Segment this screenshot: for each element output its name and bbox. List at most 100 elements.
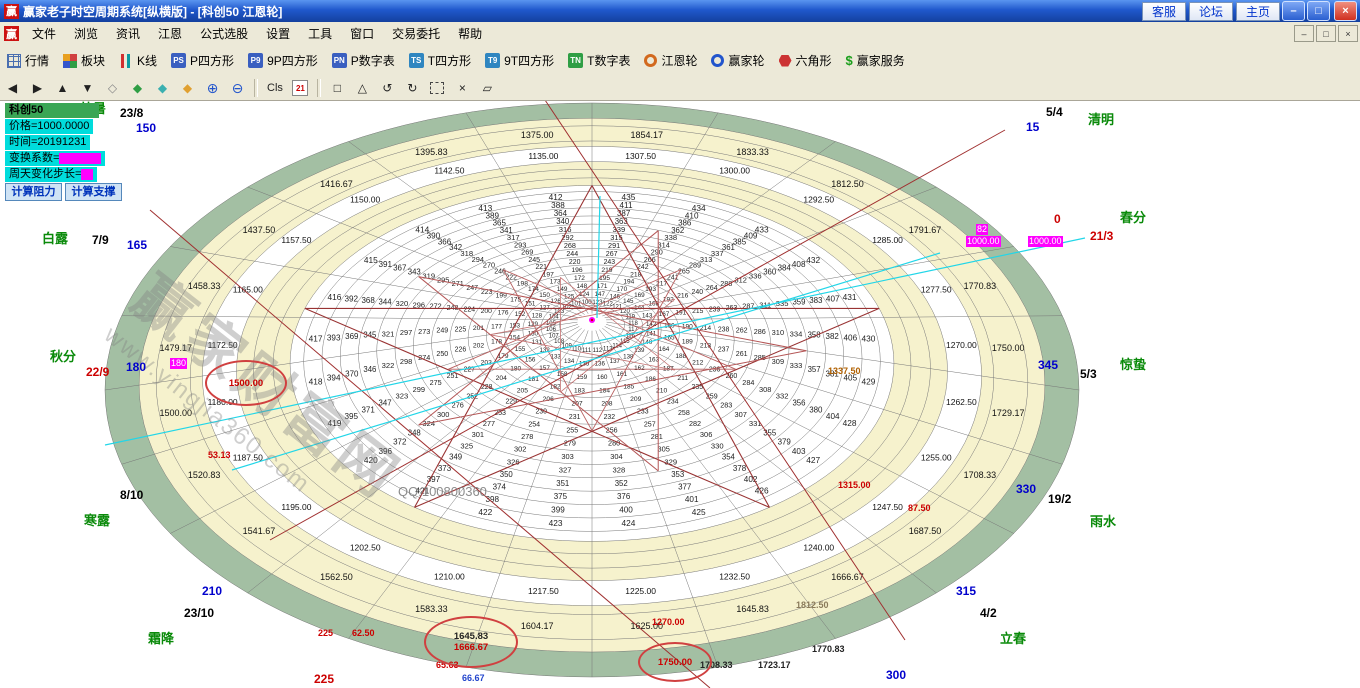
toolbar-hexagon[interactable]: 六角形 xyxy=(772,49,839,73)
calc-support-button[interactable]: 计算支撑 xyxy=(65,183,122,201)
next-button[interactable]: ▶ xyxy=(26,78,49,98)
toolbar-separator xyxy=(254,79,258,97)
polygon-tool[interactable]: ▱ xyxy=(476,78,499,98)
rotate-ccw-tool[interactable]: ↺ xyxy=(376,78,399,98)
zoom-out-button[interactable]: ⊖ xyxy=(226,78,249,98)
mdi-close-button[interactable]: × xyxy=(1338,25,1358,42)
rectangle-tool[interactable]: □ xyxy=(326,78,349,98)
title-bar: 赢 赢家老子时空周期系统[纵横版] - [科创50 江恩轮] 客服 论坛 主页 … xyxy=(0,0,1360,22)
wheel-ring-value: 1300.00 xyxy=(719,166,750,176)
menu-tools[interactable]: 工具 xyxy=(299,22,341,45)
wheel-ring-value: 1437.50 xyxy=(243,225,276,235)
wheel-number: 330 xyxy=(711,441,724,450)
restore-button[interactable]: □ xyxy=(1307,1,1330,21)
toolbar-kline[interactable]: K线 xyxy=(112,49,164,73)
toolbar-sectors[interactable]: 板块 xyxy=(56,49,112,73)
mdi-minimize-button[interactable]: – xyxy=(1294,25,1314,42)
wheel-ring-value: 1583.33 xyxy=(415,604,448,614)
wheel-number: 278 xyxy=(521,432,533,441)
homepage-button[interactable]: 主页 xyxy=(1236,2,1280,21)
toolbar-9p-square[interactable]: P9 9P四方形 xyxy=(241,49,325,73)
arrow-up-tool[interactable]: ▲ xyxy=(51,78,74,98)
rotate-cw-tool[interactable]: ↻ xyxy=(401,78,424,98)
wheel-number: 307 xyxy=(735,410,747,419)
wheel-number: 224 xyxy=(464,307,476,314)
toolbar-label: P数字表 xyxy=(351,52,395,69)
hidden-coefficient-value xyxy=(59,153,101,164)
wheel-ring-value: 1150.00 xyxy=(350,194,380,204)
wheel-number: 239 xyxy=(709,307,721,314)
zoom-in-button[interactable]: ⊕ xyxy=(201,78,224,98)
menu-gann[interactable]: 江恩 xyxy=(149,22,191,45)
wheel-ring-value: 1854.17 xyxy=(631,130,664,140)
wheel-ring-value: 1142.50 xyxy=(434,166,464,176)
toolbar-t-number-table[interactable]: TN T数字表 xyxy=(561,49,637,73)
arrow-down-tool[interactable]: ▼ xyxy=(76,78,99,98)
toolbar-9t-square[interactable]: T9 9T四方形 xyxy=(478,49,561,73)
wheel-number: 258 xyxy=(678,409,690,417)
triangle-tool[interactable]: △ xyxy=(351,78,374,98)
wheel-number: 301 xyxy=(472,430,484,439)
wheel-number: 376 xyxy=(617,492,631,501)
prev-button[interactable]: ◀ xyxy=(1,78,24,98)
menu-trade-entrust[interactable]: 交易委托 xyxy=(383,22,449,45)
toolbar-winner-wheel[interactable]: 赢家轮 xyxy=(704,49,771,73)
menu-formula-stock-pick[interactable]: 公式选股 xyxy=(191,22,257,45)
wheel-number: 219 xyxy=(601,267,612,274)
dashed-select-tool[interactable] xyxy=(426,78,449,98)
wheel-number: 354 xyxy=(722,453,736,462)
date-tool-button[interactable]: 21 xyxy=(289,78,312,98)
menu-window[interactable]: 窗口 xyxy=(341,22,383,45)
wheel-number: 403 xyxy=(792,447,806,456)
toolbar-label: 赢家轮 xyxy=(728,52,764,69)
wheel-number: 320 xyxy=(396,299,409,308)
delete-shape-tool[interactable]: × xyxy=(451,78,474,98)
wheel-number: 202 xyxy=(473,343,484,350)
toolbar-p-square[interactable]: PS P四方形 xyxy=(164,49,241,73)
toolbar-quotes[interactable]: 行情 xyxy=(0,49,56,73)
wheel-number: 164 xyxy=(659,346,670,353)
wheel-ring-value: 1458.33 xyxy=(188,281,221,291)
wheel-number: 412 xyxy=(549,192,563,202)
menu-help[interactable]: 帮助 xyxy=(449,22,491,45)
toolbar-gann-wheel[interactable]: 江恩轮 xyxy=(637,49,704,73)
diamond-green-tool[interactable]: ◆ xyxy=(126,78,149,98)
calc-resistance-button[interactable]: 计算阻力 xyxy=(5,183,62,201)
symbol-name: 科创50 xyxy=(5,103,99,118)
toolbar-winner-service[interactable]: $ 赢家服务 xyxy=(839,49,912,73)
menu-file[interactable]: 文件 xyxy=(23,22,65,45)
menu-news[interactable]: 资讯 xyxy=(107,22,149,45)
close-button[interactable]: × xyxy=(1334,1,1357,21)
customer-service-button[interactable]: 客服 xyxy=(1142,2,1186,21)
minimize-button[interactable]: – xyxy=(1282,1,1305,21)
transform-coefficient-row: 变换系数= xyxy=(5,151,105,166)
wheel-number: 245 xyxy=(528,256,540,264)
wheel-number: 384 xyxy=(778,264,792,273)
wheel-number: 282 xyxy=(689,419,701,428)
menu-settings[interactable]: 设置 xyxy=(257,22,299,45)
wheel-ring-value: 1240.00 xyxy=(803,543,834,553)
wheel-number: 405 xyxy=(844,373,858,382)
gann-wheel[interactable]: 1001011021031041051061071081091101111121… xyxy=(0,0,1360,688)
wheel-number: 136 xyxy=(595,361,606,368)
wheel-number: 128 xyxy=(532,312,543,319)
t9-badge-icon: T9 xyxy=(485,53,500,68)
diamond-teal-tool[interactable]: ◆ xyxy=(151,78,174,98)
sector-blocks-icon xyxy=(63,54,77,68)
wheel-ring-value: 1520.83 xyxy=(188,470,221,480)
wheel-number: 375 xyxy=(554,492,568,501)
menu-browse[interactable]: 浏览 xyxy=(65,22,107,45)
wheel-number: 371 xyxy=(362,405,376,414)
toolbar-t-square[interactable]: TS T四方形 xyxy=(402,49,478,73)
wheel-number: 268 xyxy=(564,241,576,250)
toolbar-p-number-table[interactable]: PN P数字表 xyxy=(325,49,402,73)
forum-button[interactable]: 论坛 xyxy=(1189,2,1233,21)
diamond-white-tool[interactable]: ◇ xyxy=(101,78,124,98)
mdi-restore-button[interactable]: □ xyxy=(1316,25,1336,42)
diamond-orange-tool[interactable]: ◆ xyxy=(176,78,199,98)
cls-button[interactable]: Cls xyxy=(263,78,287,98)
wheel-number: 328 xyxy=(613,465,626,474)
quotes-grid-icon xyxy=(7,54,21,68)
weekly-step-row: 周天变化步长= xyxy=(5,167,97,182)
wheel-number: 231 xyxy=(569,414,581,421)
